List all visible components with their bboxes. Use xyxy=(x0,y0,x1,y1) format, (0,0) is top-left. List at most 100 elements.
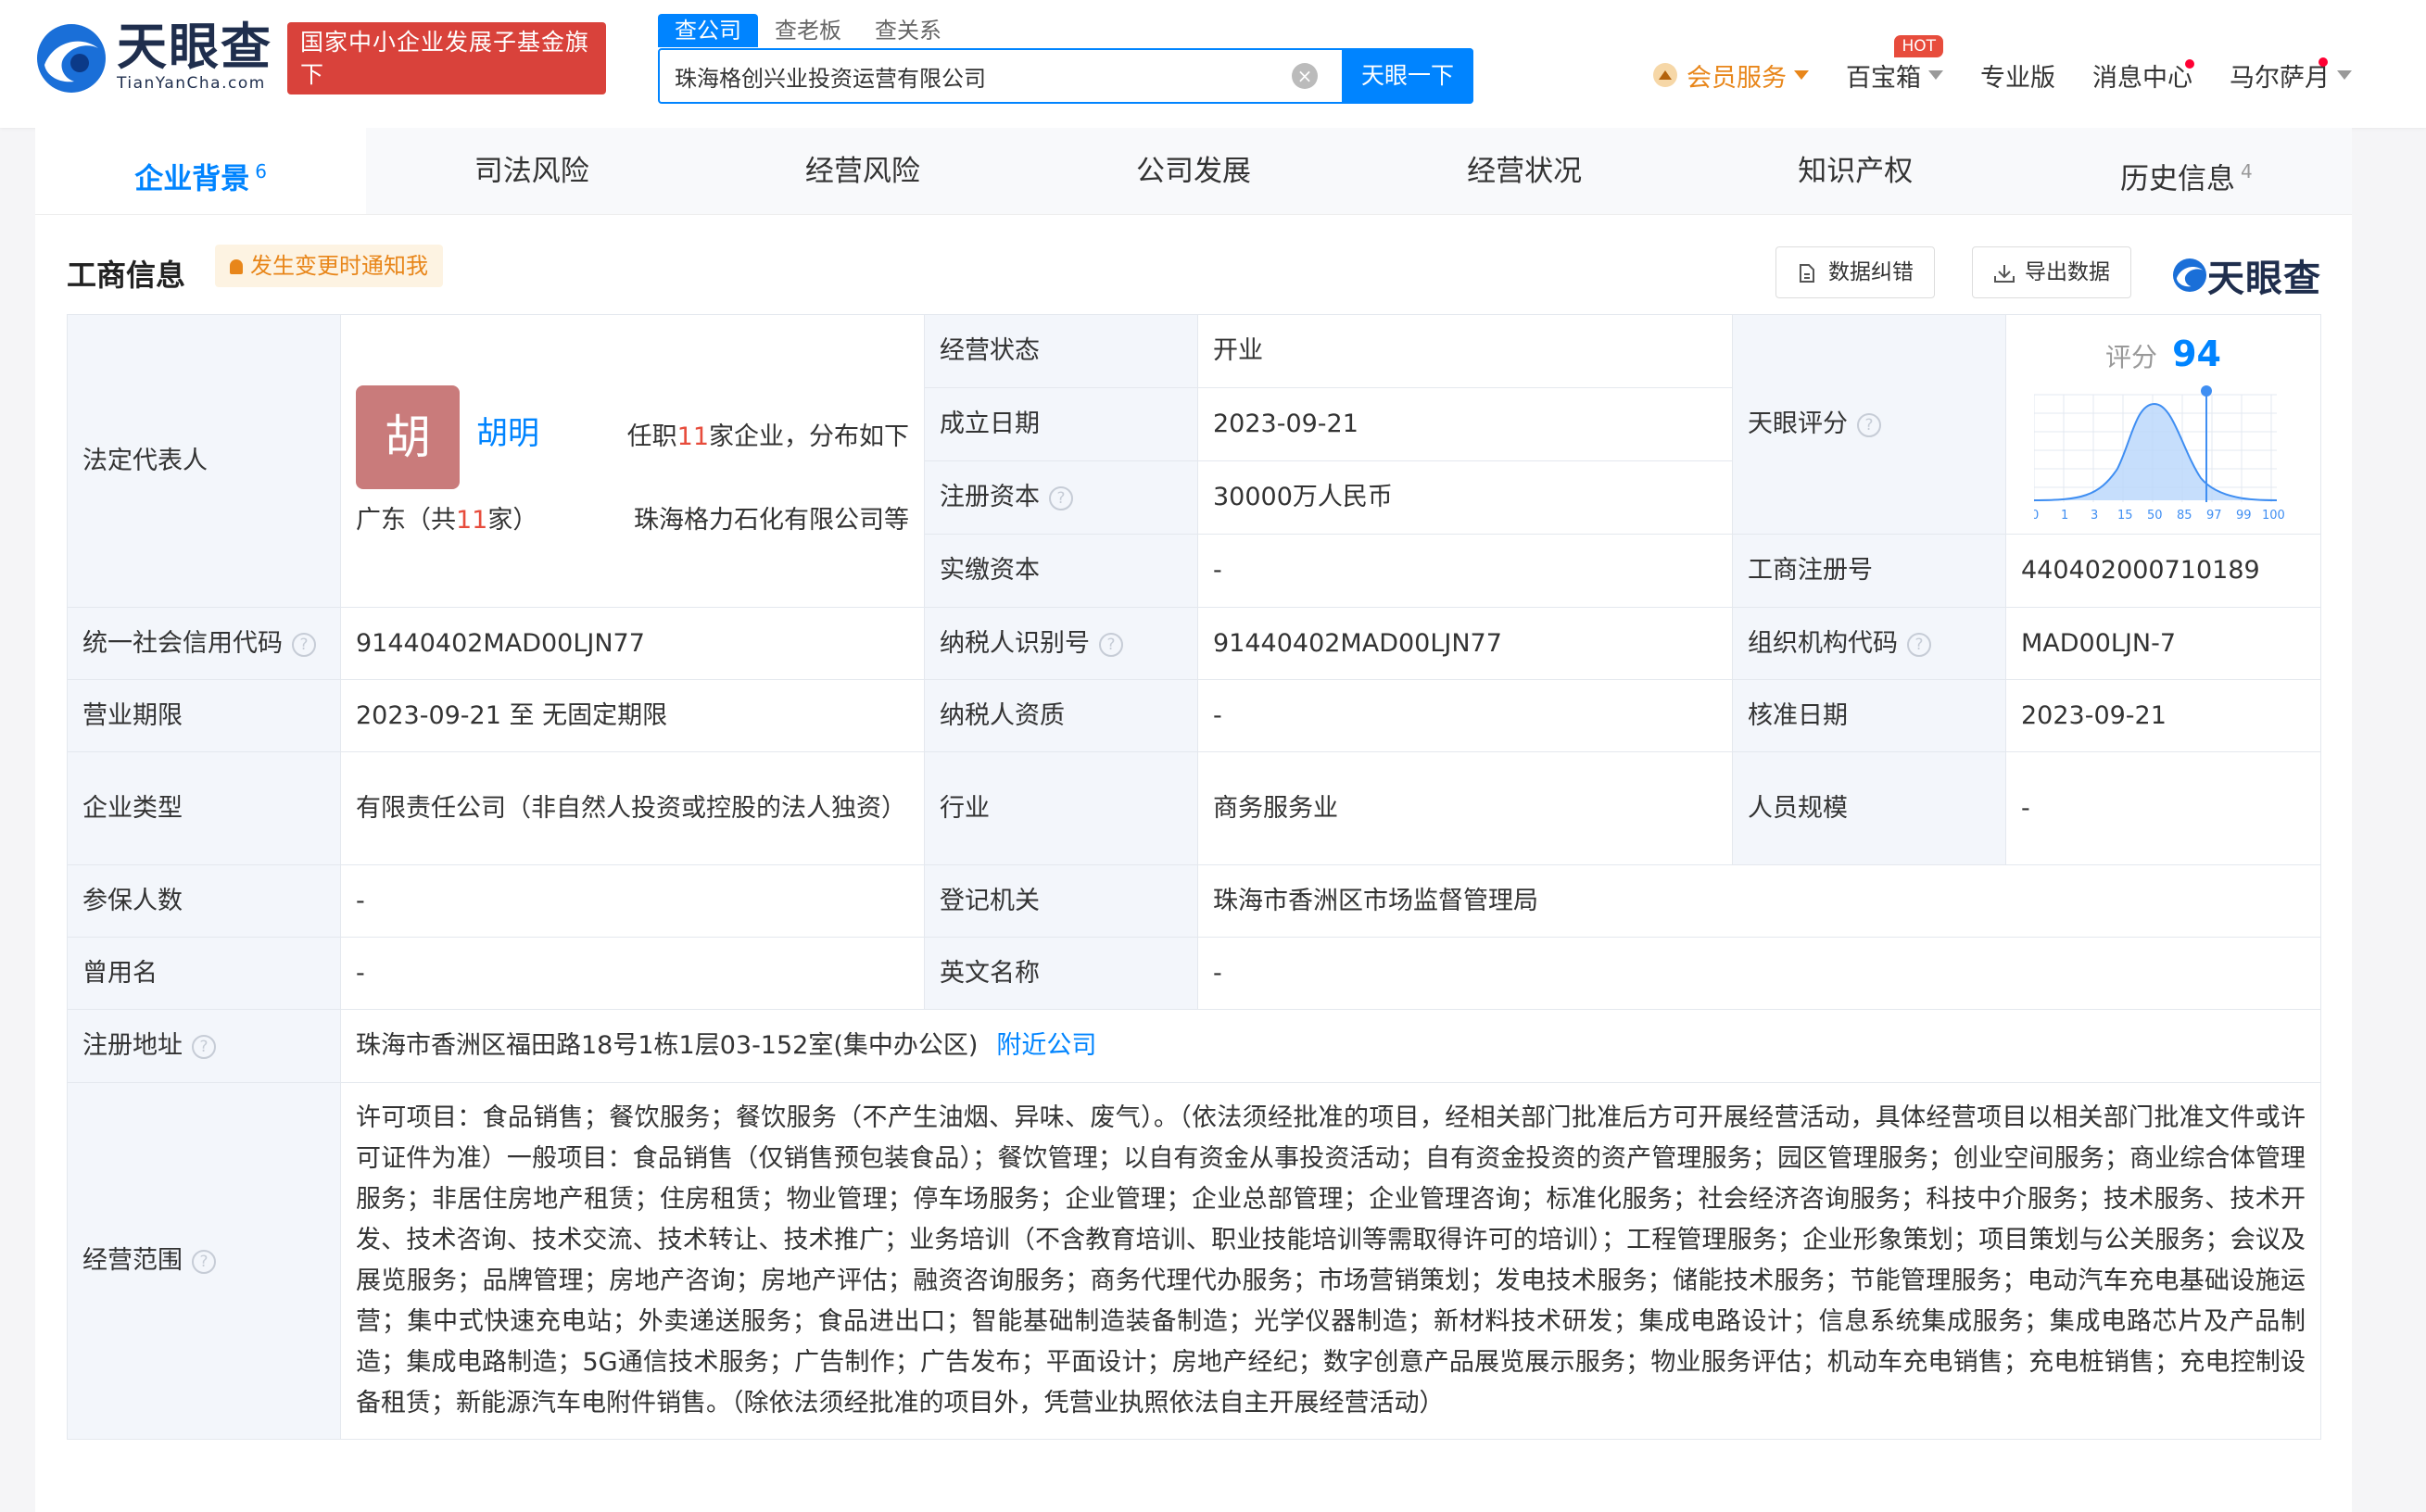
help-icon[interactable]: ? xyxy=(1099,632,1123,657)
industry-label: 行业 xyxy=(924,751,1198,865)
axis-tick: 97 xyxy=(2206,509,2222,523)
tab-label: 公司发展 xyxy=(1135,155,1251,188)
former-name-value: - xyxy=(340,937,925,1010)
download-icon xyxy=(1994,265,2015,283)
tab-intellectual-property[interactable]: 知识产权 xyxy=(1689,128,2021,214)
section-title: 工商信息 xyxy=(67,258,186,293)
badge-line1: 国家中小企业发展子基金旗下 xyxy=(300,29,590,88)
score-cell[interactable]: 评分 94 0 1 3 15 50 85 97 99 100 xyxy=(2005,314,2321,535)
positions-count[interactable]: 11 xyxy=(677,422,709,451)
help-icon[interactable]: ? xyxy=(292,632,316,657)
legal-rep-name-link[interactable]: 胡明 xyxy=(476,413,539,454)
legal-rep-avatar[interactable]: 胡 xyxy=(356,385,460,489)
pro-version-link[interactable]: 专业版 xyxy=(1980,57,2055,94)
tianyancha-watermark: 天眼查 xyxy=(2172,248,2321,302)
company-detail-card: 企业背景 6 司法风险 经营风险 公司发展 经营状况 知识产权 历史信息 4 工商信… xyxy=(35,128,2352,1512)
capital-label: 注册资本 xyxy=(940,483,1040,511)
message-center-link[interactable]: 消息中心 xyxy=(2092,57,2194,94)
insured-label: 参保人数 xyxy=(67,864,341,938)
english-name-value: - xyxy=(1197,937,2321,1010)
axis-tick: 3 xyxy=(2091,509,2098,523)
notify-label: 发生变更时通知我 xyxy=(250,253,428,279)
tab-operating-risk[interactable]: 经营风险 xyxy=(697,128,1029,214)
tianyancha-logo-icon[interactable] xyxy=(35,22,107,94)
status-value: 开业 xyxy=(1197,314,1733,388)
former-name-label: 曾用名 xyxy=(67,937,341,1010)
taxid-label: 纳税人识别号 xyxy=(940,628,1090,658)
data-correction-label: 数据纠错 xyxy=(1828,260,1914,284)
chevron-down-icon xyxy=(1794,70,1809,80)
staff-size-value: - xyxy=(2005,751,2321,865)
address-cell: 珠海市香洲区福田路18号1栋1层03-152室(集中办公区) 附近公司 xyxy=(340,1009,2321,1083)
help-icon[interactable]: ? xyxy=(1857,413,1881,437)
toolbox-menu[interactable]: 百宝箱 HOT xyxy=(1846,34,1943,94)
tab-company-background[interactable]: 企业背景 6 xyxy=(35,128,367,214)
term-value: 2023-09-21 至 无固定期限 xyxy=(340,679,925,752)
search-type-tabs: 查公司 查老板 查关系 xyxy=(658,13,958,48)
search-tab-company[interactable]: 查公司 xyxy=(658,14,758,47)
help-icon[interactable]: ? xyxy=(1049,486,1073,510)
tab-history[interactable]: 历史信息 4 xyxy=(2020,128,2352,214)
business-info-table: 法定代表人 胡 胡明 任职11家企业，分布如下 广东（共11家） 珠海格力石化有… xyxy=(67,314,2321,1440)
official-badge: 国家中小企业发展子基金旗下 官方备案企业征信机构 xyxy=(287,22,606,153)
logo-text[interactable]: 天眼查 xyxy=(117,19,272,76)
reg-no-value: 440402000710189 xyxy=(2005,534,2321,608)
help-icon[interactable]: ? xyxy=(1907,632,1931,657)
export-data-button[interactable]: 导出数据 xyxy=(1972,246,2131,298)
legal-rep-positions: 任职11家企业，分布如下 xyxy=(627,417,909,458)
score-text: 评分 xyxy=(2105,342,2158,372)
tab-label: 经营风险 xyxy=(804,155,920,188)
message-center-label: 消息中心 xyxy=(2092,63,2192,93)
capital-value: 30000万人民币 xyxy=(1197,460,1733,535)
address-value: 珠海市香洲区福田路18号1栋1层03-152室(集中办公区) xyxy=(356,1031,979,1060)
taxid-label-cell: 纳税人识别号? xyxy=(924,607,1198,680)
legal-rep-companies[interactable]: 珠海格力石化有限公司等 xyxy=(634,500,909,541)
credit-code-value: 91440402MAD00LJN77 xyxy=(340,607,925,680)
tab-operating-status[interactable]: 经营状况 xyxy=(1358,128,1690,214)
tab-company-development[interactable]: 公司发展 xyxy=(1028,128,1359,214)
legal-rep-region[interactable]: 广东（共11家） xyxy=(356,500,537,541)
logo-domain: TianYanCha.com xyxy=(117,74,266,93)
data-correction-button[interactable]: 数据纠错 xyxy=(1775,246,1935,298)
nearby-companies-link[interactable]: 附近公司 xyxy=(996,1031,1096,1060)
company-type-label: 企业类型 xyxy=(67,751,341,865)
taxid-value: 91440402MAD00LJN77 xyxy=(1197,607,1733,680)
org-code-value: MAD00LJN-7 xyxy=(2005,607,2321,680)
vip-label: 会员服务 xyxy=(1687,63,1787,93)
insured-value: - xyxy=(340,864,925,938)
unread-dot xyxy=(2319,57,2328,67)
clear-icon[interactable]: × xyxy=(1292,63,1318,89)
positions-suffix: 家企业，分布如下 xyxy=(709,422,909,451)
top-nav: 会员服务 百宝箱 HOT 专业版 消息中心 马尔萨月 xyxy=(1616,34,2352,98)
approve-date-value: 2023-09-21 xyxy=(2005,679,2321,752)
search-button[interactable]: 天眼一下 xyxy=(1342,48,1473,104)
watermark-text: 天眼查 xyxy=(2207,258,2321,300)
user-menu[interactable]: 马尔萨月 xyxy=(2230,57,2352,94)
document-edit-icon xyxy=(1800,264,1814,283)
crown-icon xyxy=(1653,63,1677,87)
business-scope-value: 许可项目：食品销售；餐饮服务；餐饮服务（不产生油烟、异味、废气）。（依法须经批准… xyxy=(340,1082,2321,1440)
vip-service-menu[interactable]: 会员服务 xyxy=(1653,57,1809,94)
staff-size-label: 人员规模 xyxy=(1732,751,2006,865)
tianyancha-logo-icon xyxy=(2172,258,2207,293)
tab-judicial-risk[interactable]: 司法风险 xyxy=(366,128,698,214)
org-code-label-cell: 组织机构代码? xyxy=(1732,607,2006,680)
org-code-label: 组织机构代码 xyxy=(1748,628,1898,658)
tab-count: 4 xyxy=(2241,160,2253,183)
help-icon[interactable]: ? xyxy=(192,1035,216,1059)
authority-label: 登记机关 xyxy=(924,864,1198,938)
search-box: × 天眼一下 xyxy=(658,48,1473,104)
search-tab-relation[interactable]: 查关系 xyxy=(858,14,958,47)
search-tab-boss[interactable]: 查老板 xyxy=(758,14,858,47)
region-prefix: 广东（共 xyxy=(356,506,456,535)
unread-dot xyxy=(2185,58,2194,69)
paid-capital-value: - xyxy=(1197,534,1733,608)
help-icon[interactable]: ? xyxy=(192,1250,216,1274)
username: 马尔萨月 xyxy=(2230,63,2330,93)
search-input[interactable] xyxy=(675,50,1323,102)
notify-change-button[interactable]: 发生变更时通知我 xyxy=(215,245,443,287)
main-tabs: 企业背景 6 司法风险 经营风险 公司发展 经营状况 知识产权 历史信息 4 xyxy=(35,128,2352,215)
tax-qualification-value: - xyxy=(1197,679,1733,752)
bell-icon xyxy=(230,259,243,274)
legal-rep-cell: 胡 胡明 任职11家企业，分布如下 广东（共11家） 珠海格力石化有限公司等 xyxy=(340,314,925,608)
